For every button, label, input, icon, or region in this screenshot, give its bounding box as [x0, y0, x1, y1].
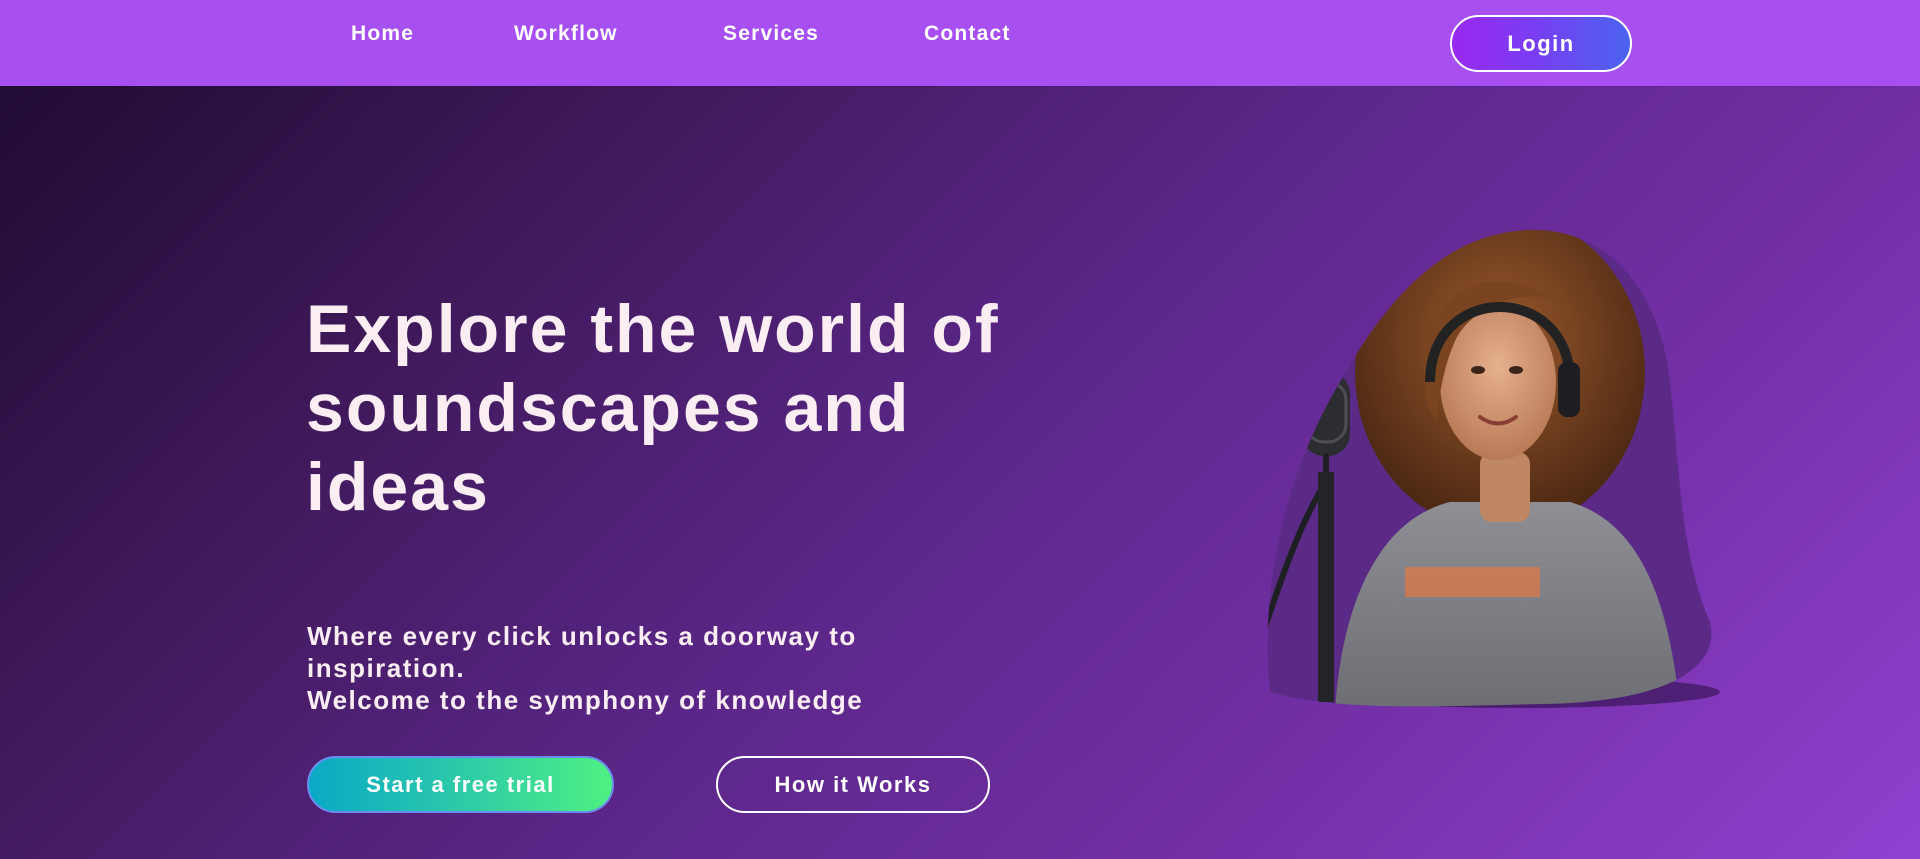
navbar: Home Workflow Services Contact Login [0, 0, 1920, 86]
nav-link-workflow[interactable]: Workflow [514, 22, 618, 46]
podcaster-illustration [1267, 229, 1720, 708]
how-it-works-button[interactable]: How it Works [716, 756, 990, 813]
hero-title: Explore the world of soundscapes and ide… [306, 291, 1000, 525]
hero-subtitle-line-1: Where every click unlocks a doorway to i… [307, 621, 857, 683]
nav-link-home[interactable]: Home [351, 22, 414, 46]
nav-link-services[interactable]: Services [723, 22, 819, 46]
start-free-trial-button[interactable]: Start a free trial [307, 756, 614, 813]
hero-subtitle-line-2: Welcome to the symphony of knowledge [307, 685, 864, 715]
nav-link-contact[interactable]: Contact [924, 22, 1011, 46]
login-button[interactable]: Login [1450, 15, 1632, 72]
hero-subtitle: Where every click unlocks a doorway to i… [307, 620, 947, 716]
